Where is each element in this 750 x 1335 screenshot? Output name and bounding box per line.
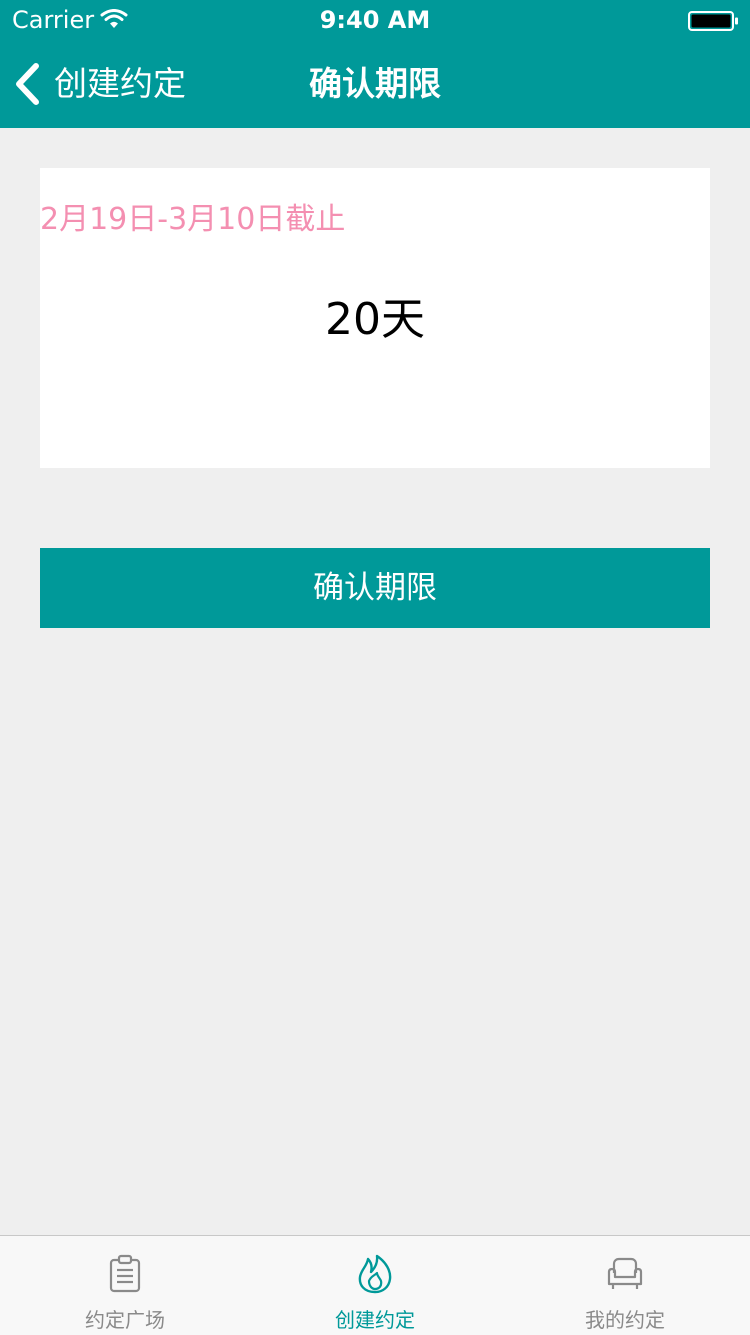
period-card: 2月19日-3月10日截止 20天 — [40, 168, 710, 468]
nav-bar: 创建约定 确认期限 — [0, 40, 750, 128]
tab-agreement-square[interactable]: 约定广场 — [0, 1236, 250, 1335]
period-days-value: 20天 — [325, 294, 425, 345]
tab-label: 创建约定 — [335, 1308, 415, 1332]
tab-create-agreement[interactable]: 创建约定 — [250, 1236, 500, 1335]
armchair-icon — [607, 1257, 643, 1289]
status-bar: Carrier 9:40 AM — [0, 0, 750, 40]
tab-label: 约定广场 — [85, 1308, 165, 1332]
confirm-period-button[interactable]: 确认期限 — [40, 548, 710, 628]
battery-icon — [688, 11, 738, 31]
page-title: 确认期限 — [309, 64, 441, 103]
flame-icon — [358, 1254, 392, 1294]
tab-my-agreements[interactable]: 我的约定 — [500, 1236, 750, 1335]
status-time: 9:40 AM — [319, 6, 431, 34]
period-range-text: 2月19日-3月10日截止 — [40, 202, 346, 237]
header: Carrier 9:40 AM 创建约定 确认期限 — [0, 0, 750, 128]
clipboard-icon — [109, 1254, 141, 1293]
tab-bar: 约定广场 创建约定 我的约定 — [0, 1235, 750, 1335]
tab-label: 我的约定 — [585, 1308, 665, 1332]
